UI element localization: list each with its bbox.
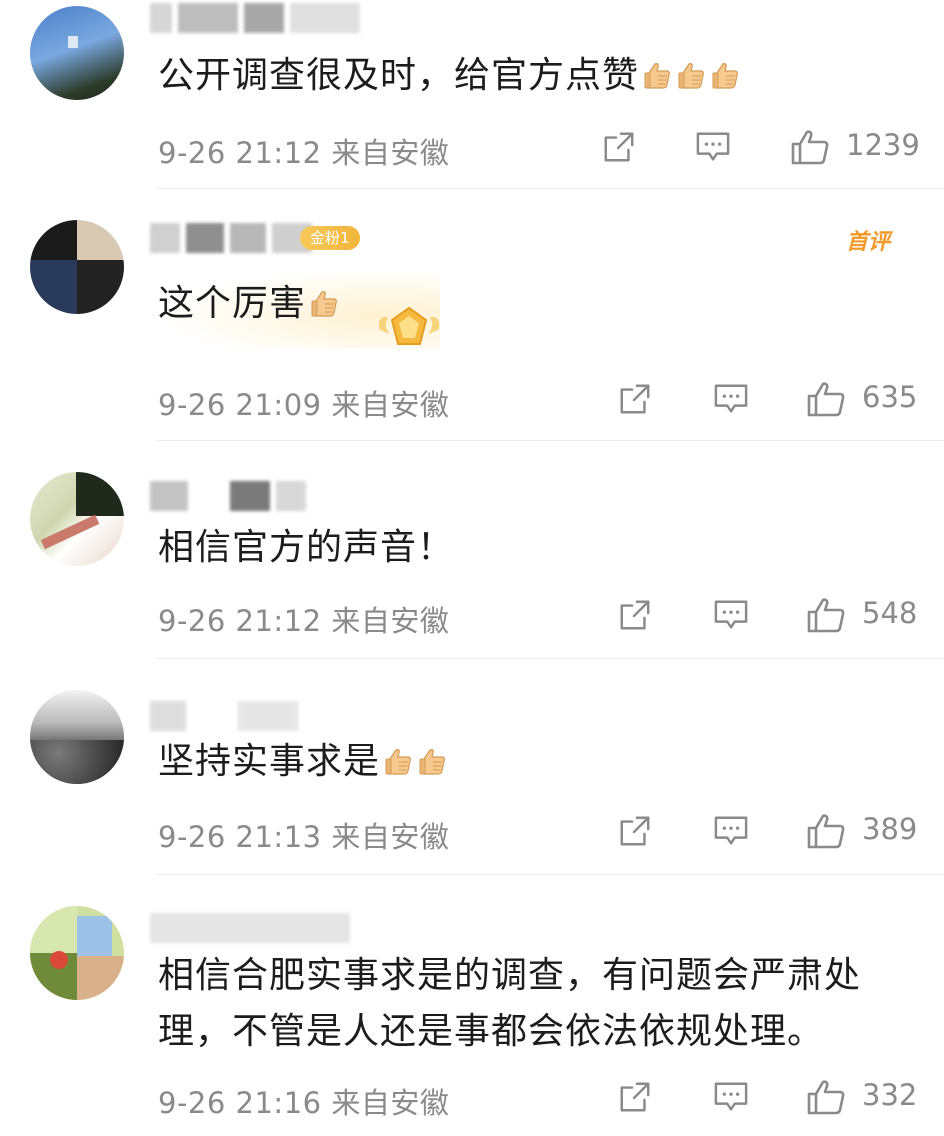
avatar[interactable] — [30, 6, 124, 100]
share-icon[interactable] — [618, 382, 652, 416]
comment-location: 来自安徽 — [331, 604, 450, 638]
thumbs-up-emoji-icon — [418, 746, 448, 776]
divider — [156, 658, 944, 659]
comment-meta: 9-26 21:09 来自安徽 — [158, 382, 449, 424]
thumb-up-icon[interactable] — [806, 596, 846, 634]
comment-text: 相信合肥实事求是的调查，有问题会严肃处 理，不管是人还是事都会依法依规处理。 — [158, 955, 862, 1052]
share-icon[interactable] — [618, 814, 652, 848]
thumb-up-icon[interactable] — [806, 380, 846, 418]
comment-meta: 9-26 21:12 来自安徽 — [158, 130, 449, 172]
divider — [156, 440, 944, 441]
thumbs-up-emoji-icon — [310, 288, 340, 318]
thumb-up-icon[interactable] — [806, 1078, 846, 1116]
like-count: 548 — [862, 596, 918, 630]
comment-time: 9-26 21:12 — [158, 604, 322, 638]
like-count: 332 — [862, 1078, 918, 1112]
comment-location: 来自安徽 — [331, 388, 450, 422]
comment-time: 9-26 21:12 — [158, 136, 322, 170]
share-icon[interactable] — [618, 1080, 652, 1114]
like-count: 635 — [862, 380, 918, 414]
username-blur — [150, 910, 350, 946]
divider — [156, 874, 944, 875]
thumbs-up-emoji-icon — [643, 60, 673, 90]
comment-time: 9-26 21:16 — [158, 1086, 322, 1120]
thumb-up-icon[interactable] — [790, 128, 830, 166]
username-blur — [150, 220, 312, 256]
top-name-blur — [150, 0, 360, 36]
comment-meta: 9-26 21:13 来自安徽 — [158, 814, 449, 856]
first-comment-tag: 首评 — [846, 230, 891, 255]
comment-icon[interactable] — [713, 814, 749, 848]
comment-icon[interactable] — [713, 1080, 749, 1114]
avatar[interactable] — [30, 472, 124, 566]
comment-text: 相信官方的声音！ — [158, 527, 455, 568]
fan-badge[interactable]: 金粉1 — [300, 226, 360, 250]
username-blur — [150, 478, 306, 514]
comment-icon[interactable] — [713, 382, 749, 416]
comment-icon[interactable] — [695, 130, 731, 164]
thumbs-up-emoji-icon — [711, 60, 741, 90]
comment-text: 坚持实事求是 — [158, 734, 914, 790]
avatar[interactable] — [30, 690, 124, 784]
thumbs-up-emoji-icon — [677, 60, 707, 90]
like-count: 1239 — [846, 128, 920, 162]
thumbs-up-emoji-icon — [384, 746, 414, 776]
comment-location: 来自安徽 — [331, 1086, 450, 1120]
comment-icon[interactable] — [713, 598, 749, 632]
comment-location: 来自安徽 — [331, 136, 450, 170]
avatar[interactable] — [30, 220, 124, 314]
comment-meta: 9-26 21:16 来自安徽 — [158, 1080, 449, 1122]
comment-location: 来自安徽 — [331, 820, 450, 854]
comment-meta: 9-26 21:12 来自安徽 — [158, 598, 449, 640]
like-count: 389 — [862, 812, 918, 846]
divider — [156, 188, 944, 189]
share-icon[interactable] — [602, 130, 636, 164]
thumb-up-icon[interactable] — [806, 812, 846, 850]
avatar[interactable] — [30, 906, 124, 1000]
comment-time: 9-26 21:13 — [158, 820, 322, 854]
comment-time: 9-26 21:09 — [158, 388, 322, 422]
share-icon[interactable] — [618, 598, 652, 632]
username-blur — [150, 698, 298, 734]
comment-text: 公开调查很及时，给官方点赞 — [158, 48, 914, 104]
comment-text: 这个厉害 — [158, 276, 914, 332]
